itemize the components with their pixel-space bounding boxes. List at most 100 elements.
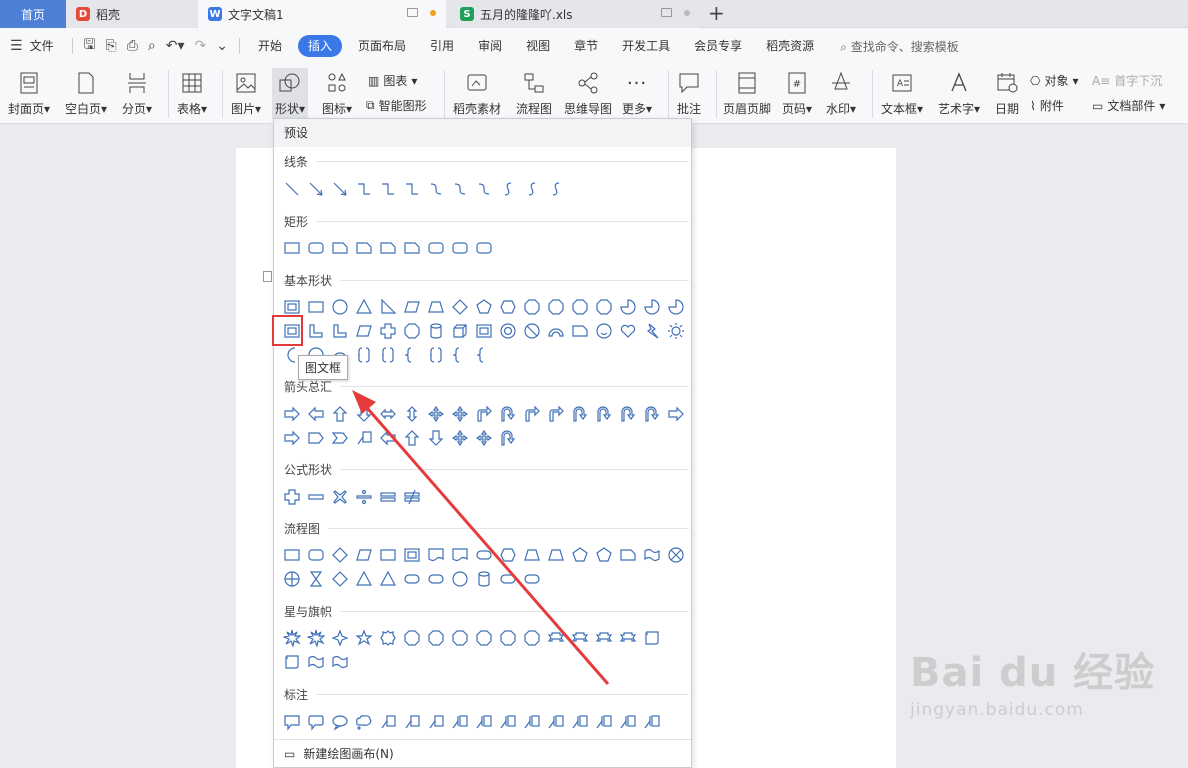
can-shape-icon[interactable] <box>472 567 496 591</box>
trap-shape-icon[interactable] <box>520 543 544 567</box>
uarrow-shape-icon[interactable] <box>328 402 352 426</box>
chevron-shape-icon[interactable] <box>328 426 352 450</box>
uturn-shape-icon[interactable] <box>496 402 520 426</box>
tri-shape-icon[interactable] <box>352 295 376 319</box>
diamond-shape-icon[interactable] <box>328 543 352 567</box>
callbar-shape-icon[interactable] <box>544 710 568 734</box>
term-shape-icon[interactable] <box>496 567 520 591</box>
rarrow-shape-icon[interactable] <box>280 402 304 426</box>
larrow-shape-icon[interactable] <box>376 426 400 450</box>
arrowline-shape-icon[interactable] <box>328 177 352 201</box>
para-shape-icon[interactable] <box>400 295 424 319</box>
oct-shape-icon[interactable] <box>400 626 424 650</box>
oct-shape-icon[interactable] <box>472 626 496 650</box>
bent-shape-icon[interactable] <box>472 402 496 426</box>
header-footer-button[interactable]: 页眉页脚 <box>723 70 771 117</box>
brace-shape-icon[interactable] <box>400 343 424 367</box>
hex-shape-icon[interactable] <box>496 295 520 319</box>
pent-shape-icon[interactable] <box>592 543 616 567</box>
tab-daoke[interactable]: D 稻壳 <box>66 0 196 28</box>
rect-shape-icon[interactable] <box>280 236 304 260</box>
udarrow-shape-icon[interactable] <box>400 402 424 426</box>
bent-shape-icon[interactable] <box>520 402 544 426</box>
undo-icon[interactable]: ↶▾ <box>161 38 190 54</box>
rrect-shape-icon[interactable] <box>472 236 496 260</box>
oct-shape-icon[interactable] <box>424 626 448 650</box>
arc-shape-icon[interactable] <box>544 319 568 343</box>
trap-shape-icon[interactable] <box>424 295 448 319</box>
rect-shape-icon[interactable] <box>304 295 328 319</box>
customize-toolbar-icon[interactable]: ⌄ <box>211 38 233 54</box>
oct-shape-icon[interactable] <box>448 626 472 650</box>
uturn-shape-icon[interactable] <box>640 402 664 426</box>
oct-shape-icon[interactable] <box>592 295 616 319</box>
wave-shape-icon[interactable] <box>328 650 352 674</box>
menu-section[interactable]: 章节 <box>562 35 610 57</box>
callbar-shape-icon[interactable] <box>568 710 592 734</box>
wave-shape-icon[interactable] <box>304 650 328 674</box>
date-button[interactable]: 日期 <box>995 70 1019 117</box>
arrowline-shape-icon[interactable] <box>304 177 328 201</box>
tri-shape-icon[interactable] <box>352 567 376 591</box>
daoke-material-button[interactable]: 稻壳素材 <box>453 70 501 117</box>
bracket-shape-icon[interactable] <box>352 343 376 367</box>
menu-page-layout[interactable]: 页面布局 <box>346 35 418 57</box>
tab-document[interactable]: W 文字文稿1 <box>198 0 446 28</box>
star5-shape-icon[interactable] <box>352 626 376 650</box>
scroll-shape-icon[interactable] <box>640 626 664 650</box>
callline-shape-icon[interactable] <box>352 426 376 450</box>
textbox-button[interactable]: A 文本框▾ <box>881 70 923 117</box>
snip-shape-icon[interactable] <box>616 543 640 567</box>
line-shape-icon[interactable] <box>280 177 304 201</box>
mult-shape-icon[interactable] <box>328 485 352 509</box>
heart-shape-icon[interactable] <box>616 319 640 343</box>
callbar-shape-icon[interactable] <box>592 710 616 734</box>
menu-member[interactable]: 会员专享 <box>682 35 754 57</box>
diamond-shape-icon[interactable] <box>448 295 472 319</box>
term-shape-icon[interactable] <box>424 567 448 591</box>
page-number-button[interactable]: # 页码▾ <box>782 70 812 117</box>
print-preview-icon[interactable]: ⌕ <box>143 38 161 54</box>
watermark-button[interactable]: 水印▾ <box>826 70 856 117</box>
redo-icon[interactable]: ↷ <box>190 38 212 54</box>
bolt-shape-icon[interactable] <box>640 319 664 343</box>
minus-shape-icon[interactable] <box>304 485 328 509</box>
curve-shape-icon[interactable] <box>472 177 496 201</box>
hourglass-shape-icon[interactable] <box>304 567 328 591</box>
tri-shape-icon[interactable] <box>376 567 400 591</box>
flowchart-button[interactable]: 流程图 <box>516 70 552 117</box>
elbow-shape-icon[interactable] <box>376 177 400 201</box>
mindmap-button[interactable]: 思维导图 <box>564 70 612 117</box>
diamond-shape-icon[interactable] <box>328 567 352 591</box>
pie-shape-icon[interactable] <box>616 295 640 319</box>
menu-start[interactable]: 开始 <box>246 35 294 57</box>
rarrow-shape-icon[interactable] <box>664 402 688 426</box>
callline-shape-icon[interactable] <box>424 710 448 734</box>
quad-shape-icon[interactable] <box>424 402 448 426</box>
ribbon-shape-icon[interactable] <box>592 626 616 650</box>
darrow-shape-icon[interactable] <box>424 426 448 450</box>
pie-shape-icon[interactable] <box>664 295 688 319</box>
div-shape-icon[interactable] <box>352 485 376 509</box>
cube-shape-icon[interactable] <box>448 319 472 343</box>
brace-shape-icon[interactable] <box>472 343 496 367</box>
uturn-shape-icon[interactable] <box>568 402 592 426</box>
callline-shape-icon[interactable] <box>376 710 400 734</box>
rrect-shape-icon[interactable] <box>304 543 328 567</box>
term-shape-icon[interactable] <box>400 567 424 591</box>
icon-button[interactable]: 图标▾ <box>322 70 352 117</box>
term-shape-icon[interactable] <box>472 543 496 567</box>
doc-shape-icon[interactable] <box>448 543 472 567</box>
monitor-icon[interactable] <box>661 8 672 17</box>
para-shape-icon[interactable] <box>352 319 376 343</box>
callbar-shape-icon[interactable] <box>616 710 640 734</box>
menu-review[interactable]: 审阅 <box>466 35 514 57</box>
new-tab-button[interactable]: + <box>708 3 725 23</box>
shape-button[interactable]: 形状▾ <box>272 68 309 119</box>
rarrow-shape-icon[interactable] <box>280 426 304 450</box>
circle-shape-icon[interactable] <box>328 295 352 319</box>
circle-shape-icon[interactable] <box>448 567 472 591</box>
oct-shape-icon[interactable] <box>520 626 544 650</box>
callbar-shape-icon[interactable] <box>496 710 520 734</box>
brace-shape-icon[interactable] <box>448 343 472 367</box>
